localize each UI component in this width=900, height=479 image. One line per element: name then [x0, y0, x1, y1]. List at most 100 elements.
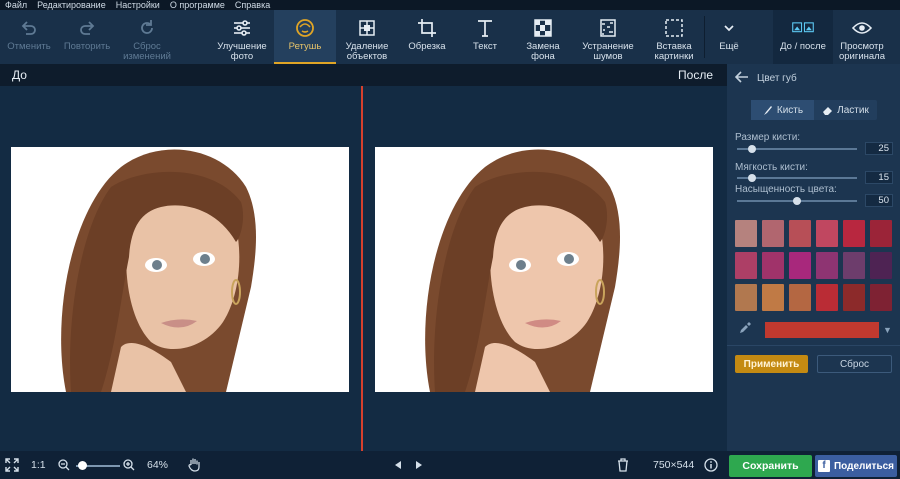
- color-swatch[interactable]: [843, 252, 865, 279]
- enhance-tab[interactable]: Улучшение фото: [210, 10, 274, 64]
- eraser-tab-label: Ластик: [837, 104, 869, 116]
- color-swatch[interactable]: [816, 252, 838, 279]
- color-swatch[interactable]: [735, 252, 757, 279]
- info-icon[interactable]: [704, 458, 718, 475]
- retouch-face-icon: [294, 17, 316, 39]
- reset-changes-button[interactable]: Сброс изменений: [116, 10, 178, 64]
- crop-label: Обрезка: [408, 41, 446, 52]
- brush-eraser-switch: Кисть Ластик: [751, 100, 877, 120]
- sliders-icon: [231, 17, 253, 39]
- text-tab[interactable]: Текст: [456, 10, 514, 64]
- reset-button[interactable]: Сброс: [817, 355, 892, 373]
- background-replace-tab[interactable]: Замена фона: [514, 10, 572, 64]
- enhance-label: Улучшение фото: [217, 41, 267, 62]
- eyedropper-icon[interactable]: [739, 321, 753, 339]
- brush-icon: [763, 105, 772, 115]
- main-toolbar: Отменить Повторить Сброс изменений Улучш…: [0, 10, 900, 64]
- background-icon: [532, 17, 554, 39]
- menu-about[interactable]: О программе: [165, 0, 230, 10]
- actual-size-button[interactable]: 1:1: [31, 459, 46, 471]
- toolbar-spacer-right: [753, 10, 773, 64]
- color-swatch[interactable]: [870, 284, 892, 311]
- apply-button[interactable]: Применить: [735, 355, 808, 373]
- retouch-tab[interactable]: Ретушь: [274, 10, 336, 64]
- fit-screen-icon[interactable]: [5, 458, 19, 475]
- color-swatch[interactable]: [789, 220, 811, 247]
- color-swatch[interactable]: [870, 252, 892, 279]
- softness-knob[interactable]: [748, 174, 757, 182]
- color-swatch[interactable]: [762, 284, 784, 311]
- background-replace-label: Замена фона: [526, 41, 560, 62]
- color-swatch-grid: [735, 220, 895, 311]
- denoise-icon: [597, 17, 619, 39]
- saturation-knob[interactable]: [793, 197, 801, 205]
- softness-value[interactable]: 15: [865, 171, 893, 184]
- status-bar: 1:1 64% 750×544 Сохранить f Поделиться: [0, 451, 900, 479]
- chevron-down-icon: [718, 17, 740, 39]
- color-swatch[interactable]: [789, 284, 811, 311]
- redo-label: Повторить: [63, 41, 111, 52]
- panel-divider: [727, 345, 900, 346]
- brush-size-slider[interactable]: [737, 145, 857, 153]
- denoise-label: Устранение шумов: [582, 41, 634, 62]
- color-swatch[interactable]: [789, 252, 811, 279]
- view-original-button[interactable]: Просмотр оригинала: [833, 10, 891, 64]
- more-button[interactable]: Ещё: [705, 10, 753, 64]
- eraser-icon: [823, 106, 833, 115]
- next-arrow-icon[interactable]: [414, 460, 424, 473]
- reset-changes-label: Сброс изменений: [123, 41, 171, 62]
- saturation-value[interactable]: 50: [865, 194, 893, 207]
- color-swatch[interactable]: [762, 220, 784, 247]
- portrait-after-image: [375, 147, 713, 392]
- share-button[interactable]: f Поделиться: [815, 455, 897, 477]
- color-swatch[interactable]: [735, 284, 757, 311]
- color-swatch[interactable]: [870, 220, 892, 247]
- hand-tool-icon[interactable]: [188, 457, 200, 475]
- brush-size-value[interactable]: 25: [865, 142, 893, 155]
- undo-icon: [18, 17, 40, 39]
- color-swatch[interactable]: [816, 220, 838, 247]
- compare-divider[interactable]: [361, 86, 363, 451]
- zoom-out-icon[interactable]: [58, 459, 70, 474]
- zoom-level: 64%: [147, 459, 169, 471]
- facebook-icon: f: [817, 460, 830, 472]
- color-swatch[interactable]: [735, 220, 757, 247]
- color-swatch[interactable]: [843, 220, 865, 247]
- zoom-in-icon[interactable]: [123, 459, 135, 474]
- remove-objects-label: Удаление объектов: [345, 41, 389, 62]
- eraser-tab[interactable]: Ластик: [814, 100, 877, 120]
- share-label: Поделиться: [833, 460, 894, 472]
- color-dropdown-icon[interactable]: ▼: [883, 325, 892, 335]
- menu-settings[interactable]: Настройки: [111, 0, 165, 10]
- crop-tab[interactable]: Обрезка: [398, 10, 456, 64]
- portrait-before-image: [11, 147, 349, 392]
- crop-icon: [416, 17, 438, 39]
- zoom-slider-knob[interactable]: [77, 461, 87, 470]
- softness-slider[interactable]: [737, 174, 857, 182]
- back-arrow-icon[interactable]: [734, 70, 751, 86]
- color-swatch[interactable]: [816, 284, 838, 311]
- menu-help[interactable]: Справка: [230, 0, 275, 10]
- undo-button[interactable]: Отменить: [0, 10, 58, 64]
- color-swatch[interactable]: [843, 284, 865, 311]
- before-after-label: До / после: [780, 41, 826, 52]
- softness-label: Мягкость кисти:: [735, 162, 808, 173]
- saturation-slider[interactable]: [737, 197, 857, 205]
- denoise-tab[interactable]: Устранение шумов: [572, 10, 644, 64]
- color-swatch[interactable]: [762, 252, 784, 279]
- insert-image-tab[interactable]: Вставка картинки: [644, 10, 704, 64]
- brush-tab[interactable]: Кисть: [751, 100, 814, 120]
- previous-arrow-icon[interactable]: [393, 460, 403, 473]
- menu-bar: Файл Редактирование Настройки О программ…: [0, 0, 900, 10]
- save-button[interactable]: Сохранить: [729, 455, 812, 477]
- trash-icon[interactable]: [617, 458, 629, 475]
- before-after-toggle[interactable]: До / после: [773, 10, 833, 64]
- brush-size-knob[interactable]: [748, 145, 757, 153]
- menu-file[interactable]: Файл: [0, 0, 32, 10]
- current-color-picker[interactable]: [765, 322, 879, 338]
- remove-objects-icon: [356, 17, 378, 39]
- remove-objects-tab[interactable]: Удаление объектов: [336, 10, 398, 64]
- redo-button[interactable]: Повторить: [58, 10, 116, 64]
- text-label: Текст: [473, 41, 497, 52]
- menu-edit[interactable]: Редактирование: [32, 0, 111, 10]
